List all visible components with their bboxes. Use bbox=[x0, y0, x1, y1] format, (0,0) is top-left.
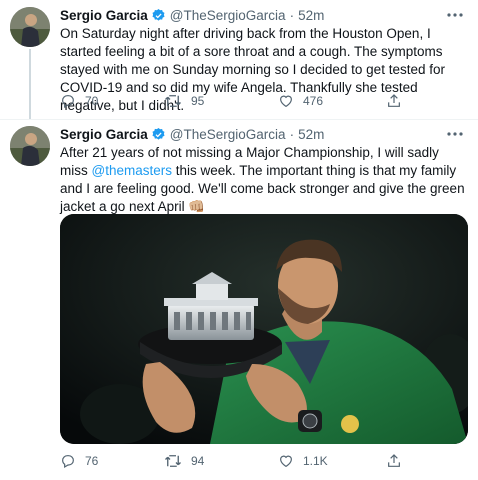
avatar[interactable] bbox=[10, 7, 50, 47]
retweet-button[interactable]: 95 bbox=[164, 93, 204, 109]
timestamp[interactable]: 52m bbox=[298, 127, 324, 142]
like-count: 1.1K bbox=[303, 454, 328, 468]
share-icon bbox=[388, 454, 400, 467]
reply-icon bbox=[62, 455, 74, 469]
more-dots-icon[interactable] bbox=[446, 8, 464, 22]
more-dots-icon[interactable] bbox=[446, 127, 464, 141]
verified-badge-icon bbox=[151, 8, 166, 23]
tweet-header: Sergio Garcia @TheSergioGarcia · 52m bbox=[60, 6, 324, 24]
heart-icon bbox=[280, 455, 292, 468]
separator-dot: · bbox=[289, 7, 295, 23]
tweet[interactable]: Sergio Garcia @TheSergioGarcia · 52m On … bbox=[0, 0, 478, 120]
timestamp[interactable]: 52m bbox=[298, 8, 324, 23]
share-button[interactable] bbox=[386, 93, 402, 109]
mention-link[interactable]: @themasters bbox=[92, 163, 172, 178]
share-button[interactable] bbox=[386, 453, 402, 469]
reply-count: 70 bbox=[85, 94, 99, 108]
separator-dot: · bbox=[289, 126, 295, 142]
heart-icon bbox=[280, 95, 292, 108]
retweet-icon bbox=[165, 455, 181, 467]
retweet-button[interactable]: 94 bbox=[164, 453, 204, 469]
like-button[interactable]: 1.1K bbox=[278, 453, 328, 469]
retweet-count: 94 bbox=[191, 454, 205, 468]
tweet[interactable]: Sergio Garcia @TheSergioGarcia · 52m Aft… bbox=[0, 120, 478, 480]
tweet-text: After 21 years of not missing a Major Ch… bbox=[60, 144, 468, 216]
avatar[interactable] bbox=[10, 126, 50, 166]
like-button[interactable]: 476 bbox=[278, 93, 323, 109]
reply-button[interactable]: 70 bbox=[60, 93, 98, 109]
user-handle[interactable]: @TheSergioGarcia bbox=[170, 127, 286, 142]
reply-button[interactable]: 76 bbox=[60, 453, 98, 469]
share-icon bbox=[388, 94, 400, 107]
thread-line bbox=[29, 49, 31, 120]
tweet-header: Sergio Garcia @TheSergioGarcia · 52m bbox=[60, 125, 324, 143]
fist-bump-emoji: 👊🏼 bbox=[188, 199, 206, 214]
reply-icon bbox=[62, 95, 74, 109]
user-handle[interactable]: @TheSergioGarcia bbox=[170, 8, 286, 23]
reply-count: 76 bbox=[85, 454, 99, 468]
action-bar: 76 94 1.1K bbox=[60, 453, 460, 471]
display-name[interactable]: Sergio Garcia bbox=[60, 8, 148, 23]
tweet-photo[interactable] bbox=[60, 214, 468, 444]
action-bar: 70 95 476 bbox=[60, 93, 460, 111]
display-name[interactable]: Sergio Garcia bbox=[60, 127, 148, 142]
retweet-count: 95 bbox=[191, 94, 205, 108]
masters-trophy-photo bbox=[60, 214, 468, 444]
retweet-icon bbox=[165, 95, 181, 107]
like-count: 476 bbox=[303, 94, 324, 108]
verified-badge-icon bbox=[151, 127, 166, 142]
